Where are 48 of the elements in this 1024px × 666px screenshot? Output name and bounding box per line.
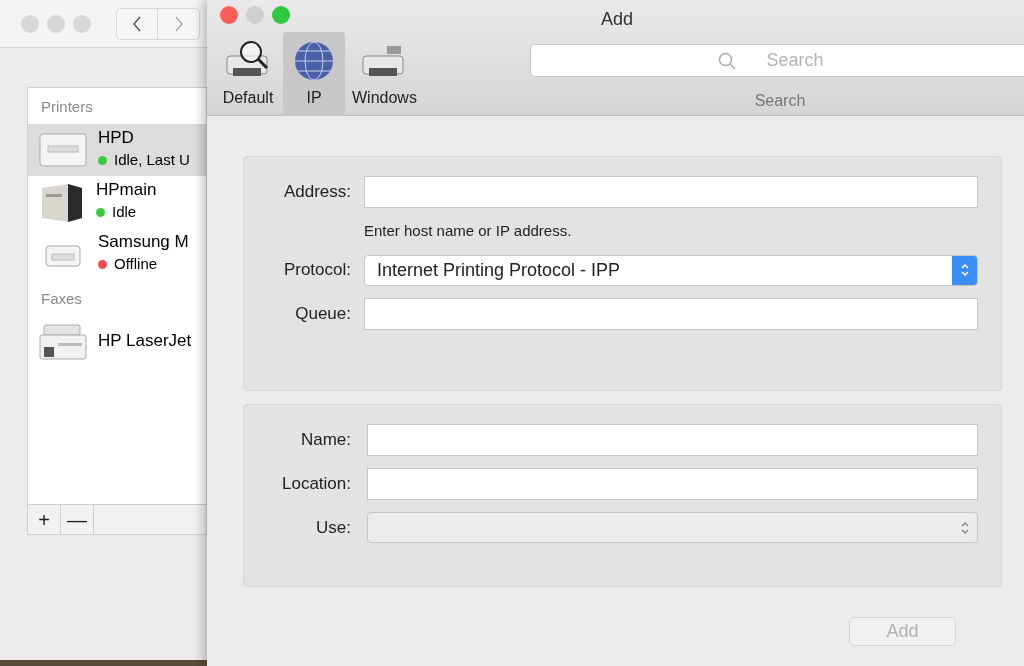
close-icon[interactable] (220, 6, 238, 24)
toolbar-tab[interactable]: Windows (349, 32, 420, 116)
printer-item[interactable]: HPD Idle, Last U (28, 123, 206, 176)
field-label: Queue: (294, 302, 351, 325)
search-label: Search (754, 91, 806, 111)
printer-name: HPmain (96, 179, 157, 202)
zoom-icon[interactable] (272, 6, 290, 24)
fax-machine-icon (38, 321, 88, 361)
section-header: Printers (40, 97, 94, 117)
field-hint: Enter host name or IP address. (364, 221, 573, 241)
printer-item[interactable]: HPmain Idle (28, 175, 206, 228)
printer-item[interactable]: HP LaserJet (28, 315, 206, 367)
globe-icon (293, 40, 335, 82)
toolbar-tab[interactable]: IP (283, 32, 345, 116)
window-control-icon[interactable] (47, 14, 65, 33)
window-title: Add (600, 8, 634, 31)
search-icon (718, 52, 736, 70)
minimize-icon[interactable] (246, 6, 264, 24)
back-button[interactable] (116, 7, 158, 40)
stepper-icon (959, 519, 970, 536)
chevron-left-icon (132, 15, 142, 32)
toolbar-tab[interactable]: Default (217, 32, 279, 116)
field-label: Address: (282, 181, 351, 204)
printer-status: Idle (112, 202, 137, 223)
field-label: Use: (315, 516, 351, 539)
printer-name: Samsung M (98, 231, 189, 254)
chevron-right-icon (173, 15, 184, 32)
field-label: Name: (299, 429, 351, 452)
printer-name: HP LaserJet (98, 330, 192, 352)
window-control-icon[interactable] (21, 14, 39, 33)
printer-status: Idle, Last U (114, 150, 190, 171)
input-field[interactable] (367, 424, 978, 456)
dropdown[interactable]: Internet Printing Protocol - IPP (364, 254, 978, 286)
input-field[interactable] (364, 176, 978, 208)
printer-status: Offline (114, 254, 158, 275)
input-field[interactable] (367, 468, 978, 500)
printer-name: HPD (98, 127, 135, 150)
window-control-icon[interactable] (73, 14, 91, 33)
remove-printer-button[interactable]: — (61, 505, 94, 534)
stepper-icon (959, 262, 970, 278)
input-field[interactable] (364, 297, 978, 330)
section-header: Faxes (40, 288, 83, 309)
add-printer-button[interactable]: + (28, 505, 61, 534)
field-label: Location: (281, 473, 351, 496)
field-label: Protocol: (282, 259, 351, 282)
printer-item[interactable]: Samsung M Offline (28, 227, 206, 280)
forward-button[interactable] (158, 7, 200, 40)
search-field[interactable]: Search (530, 44, 1024, 77)
